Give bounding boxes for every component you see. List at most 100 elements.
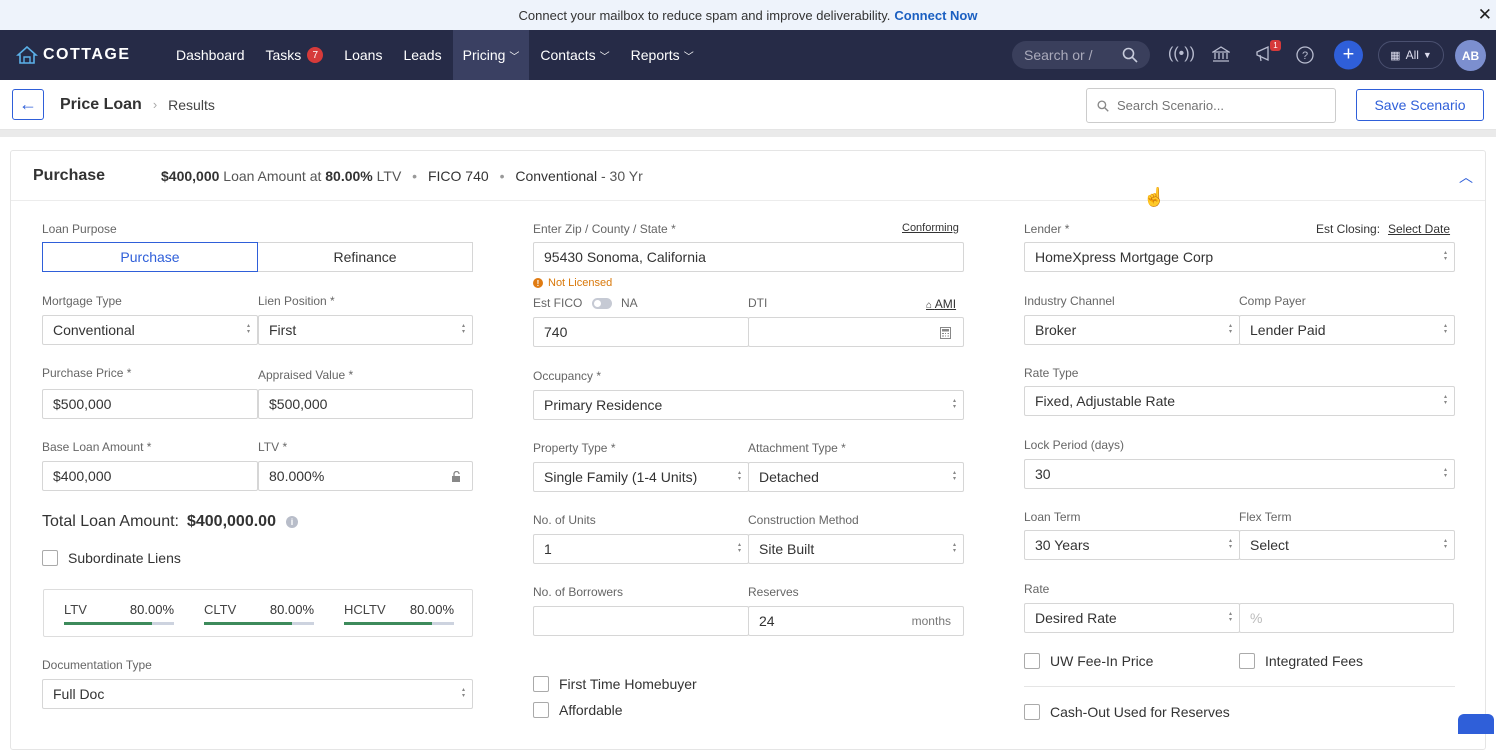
unlock-icon[interactable] — [451, 471, 461, 483]
ratio-label: HCLTV — [344, 602, 386, 617]
close-icon[interactable]: ✕ — [1478, 5, 1492, 25]
ratio-ltv: LTV 80.00% — [64, 602, 174, 625]
checkbox-box[interactable] — [533, 702, 549, 718]
est-fico-field[interactable]: 740 — [533, 317, 749, 347]
scenario-search-field[interactable] — [1086, 88, 1336, 123]
checkbox-box[interactable] — [42, 550, 58, 566]
reserves-field-value: 24 — [759, 613, 775, 629]
base-loan-amount-field[interactable]: $400,000 — [42, 461, 258, 491]
checkbox-label: Cash-Out Used for Reserves — [1050, 704, 1230, 720]
nav-label: Reports — [630, 47, 680, 63]
first-time-homebuyer-checkbox[interactable]: First Time Homebuyer — [533, 676, 697, 692]
save-scenario-button[interactable]: Save Scenario — [1356, 89, 1484, 121]
est-closing-label: Est Closing: — [1316, 222, 1381, 236]
conforming-link[interactable]: Conforming — [902, 222, 959, 234]
ratio-bar — [344, 622, 454, 625]
scenario-search-input[interactable] — [1117, 98, 1317, 113]
checkbox-box[interactable] — [1024, 704, 1040, 720]
help-icon[interactable]: ? — [1296, 46, 1314, 64]
broadcast-icon[interactable]: ((•)) — [1168, 45, 1195, 63]
uw-fee-checkbox[interactable]: UW Fee-In Price — [1024, 653, 1153, 669]
select-date-link[interactable]: Select Date — [1388, 222, 1450, 236]
documentation-type-select[interactable]: Full Doc — [42, 679, 473, 709]
loan-purpose-refinance[interactable]: Refinance — [258, 242, 473, 272]
rate-type-select[interactable]: Fixed, Adjustable Rate — [1024, 386, 1455, 416]
building-icon: ▦ — [1390, 49, 1401, 62]
ami-link-label: AMI — [934, 297, 957, 311]
flex-term-select[interactable]: Select — [1239, 530, 1455, 560]
rate-input[interactable]: % — [1239, 603, 1454, 633]
appraised-value-field[interactable]: $500,000 — [258, 389, 473, 419]
purchase-price-field[interactable]: $500,000 — [42, 389, 258, 419]
rate-mode-select[interactable]: Desired Rate — [1024, 603, 1240, 633]
na-toggle[interactable] — [592, 298, 612, 309]
lien-position-select[interactable]: First — [258, 315, 473, 345]
brand-logo[interactable]: COTTAGE — [16, 46, 166, 64]
nav-reports[interactable]: Reports ﹀ — [621, 30, 704, 80]
nav-dashboard[interactable]: Dashboard — [166, 30, 255, 80]
comp-payer-select[interactable]: Lender Paid — [1239, 315, 1455, 345]
ltv-field[interactable]: 80.000% — [258, 461, 473, 491]
summary-ltv-text: LTV — [376, 167, 402, 184]
chevron-up-icon[interactable]: ︿ — [1459, 167, 1473, 187]
loan-term-select[interactable]: 30 Years — [1024, 530, 1240, 560]
checkbox-box[interactable] — [1239, 653, 1255, 669]
affordable-checkbox[interactable]: Affordable — [533, 702, 623, 718]
checkbox-label: Subordinate Liens — [68, 550, 181, 566]
occupancy-select[interactable]: Primary Residence — [533, 390, 964, 420]
nav-pricing[interactable]: Pricing ﹀ — [452, 30, 530, 80]
dti-field[interactable] — [748, 317, 964, 347]
ami-link[interactable]: ⌂ AMI — [926, 297, 956, 311]
checkbox-box[interactable] — [1024, 653, 1040, 669]
ltv-field-value: 80.000% — [269, 468, 325, 484]
back-button[interactable]: ← — [12, 89, 44, 120]
est-fico-label: Est FICO — [533, 296, 583, 310]
units-select[interactable]: 1 — [533, 534, 749, 564]
construction-select[interactable]: Site Built — [748, 534, 964, 564]
property-type-select[interactable]: Single Family (1-4 Units) — [533, 462, 749, 492]
ratio-hcltv: HCLTV 80.00% — [344, 602, 454, 625]
borrowers-field[interactable] — [533, 606, 749, 636]
nav-label: Contacts — [540, 47, 596, 63]
appraised-value-label: Appraised Value * — [258, 368, 354, 382]
calculator-icon[interactable] — [940, 327, 951, 339]
connect-now-link[interactable]: Connect Now — [894, 8, 977, 23]
lender-select[interactable]: HomeXpress Mortgage Corp — [1024, 242, 1455, 272]
summary-fico: FICO 740 — [427, 167, 489, 184]
reserves-field[interactable]: 24 months — [748, 606, 964, 636]
loan-purpose-purchase[interactable]: Purchase — [42, 242, 258, 272]
total-loan-amount: Total Loan Amount: $400,000.00 i — [42, 513, 298, 531]
nav-loans[interactable]: Loans — [334, 30, 392, 80]
nav-contacts[interactable]: Contacts ﹀ — [530, 30, 619, 80]
chat-widget-button[interactable] — [1458, 714, 1494, 734]
search-icon — [1122, 47, 1138, 63]
hand-cursor-icon: ☝ — [1143, 187, 1166, 207]
avatar[interactable]: AB — [1455, 40, 1486, 71]
lien-position-label: Lien Position * — [258, 294, 335, 308]
cash-out-reserves-checkbox[interactable]: Cash-Out Used for Reserves — [1024, 704, 1230, 720]
bank-icon[interactable] — [1212, 46, 1230, 63]
breadcrumb-root[interactable]: Price Loan — [60, 96, 142, 114]
checkbox-box[interactable] — [533, 676, 549, 692]
add-button[interactable]: + — [1334, 40, 1363, 70]
integrated-fees-checkbox[interactable]: Integrated Fees — [1239, 653, 1363, 669]
mortgage-type-label: Mortgage Type — [42, 294, 122, 308]
card-header[interactable]: Purchase $400,000 Loan Amount at 80.00% … — [11, 151, 1485, 201]
info-icon[interactable]: i — [285, 516, 298, 528]
nav-leads[interactable]: Leads — [393, 30, 451, 80]
attachment-type-select[interactable]: Detached — [748, 462, 964, 492]
industry-channel-select[interactable]: Broker — [1024, 315, 1240, 345]
mortgage-type-select[interactable]: Conventional — [42, 315, 258, 345]
separator-dot: • — [412, 167, 418, 184]
rate-label: Rate — [1024, 582, 1050, 596]
global-search-input[interactable]: Search or / — [1012, 41, 1150, 69]
nav-label: Leads — [403, 47, 442, 63]
nav-tasks[interactable]: Tasks 7 — [256, 30, 334, 80]
loan-term-label: Loan Term — [1024, 510, 1081, 524]
subordinate-liens-checkbox[interactable]: Subordinate Liens — [42, 550, 181, 566]
org-selector[interactable]: ▦ All ▼ — [1378, 41, 1444, 69]
checkbox-label: First Time Homebuyer — [559, 676, 697, 692]
separator-dot: • — [499, 167, 505, 184]
lock-period-select[interactable]: 30 — [1024, 459, 1455, 489]
zip-field[interactable]: 95430 Sonoma, California — [533, 242, 964, 272]
